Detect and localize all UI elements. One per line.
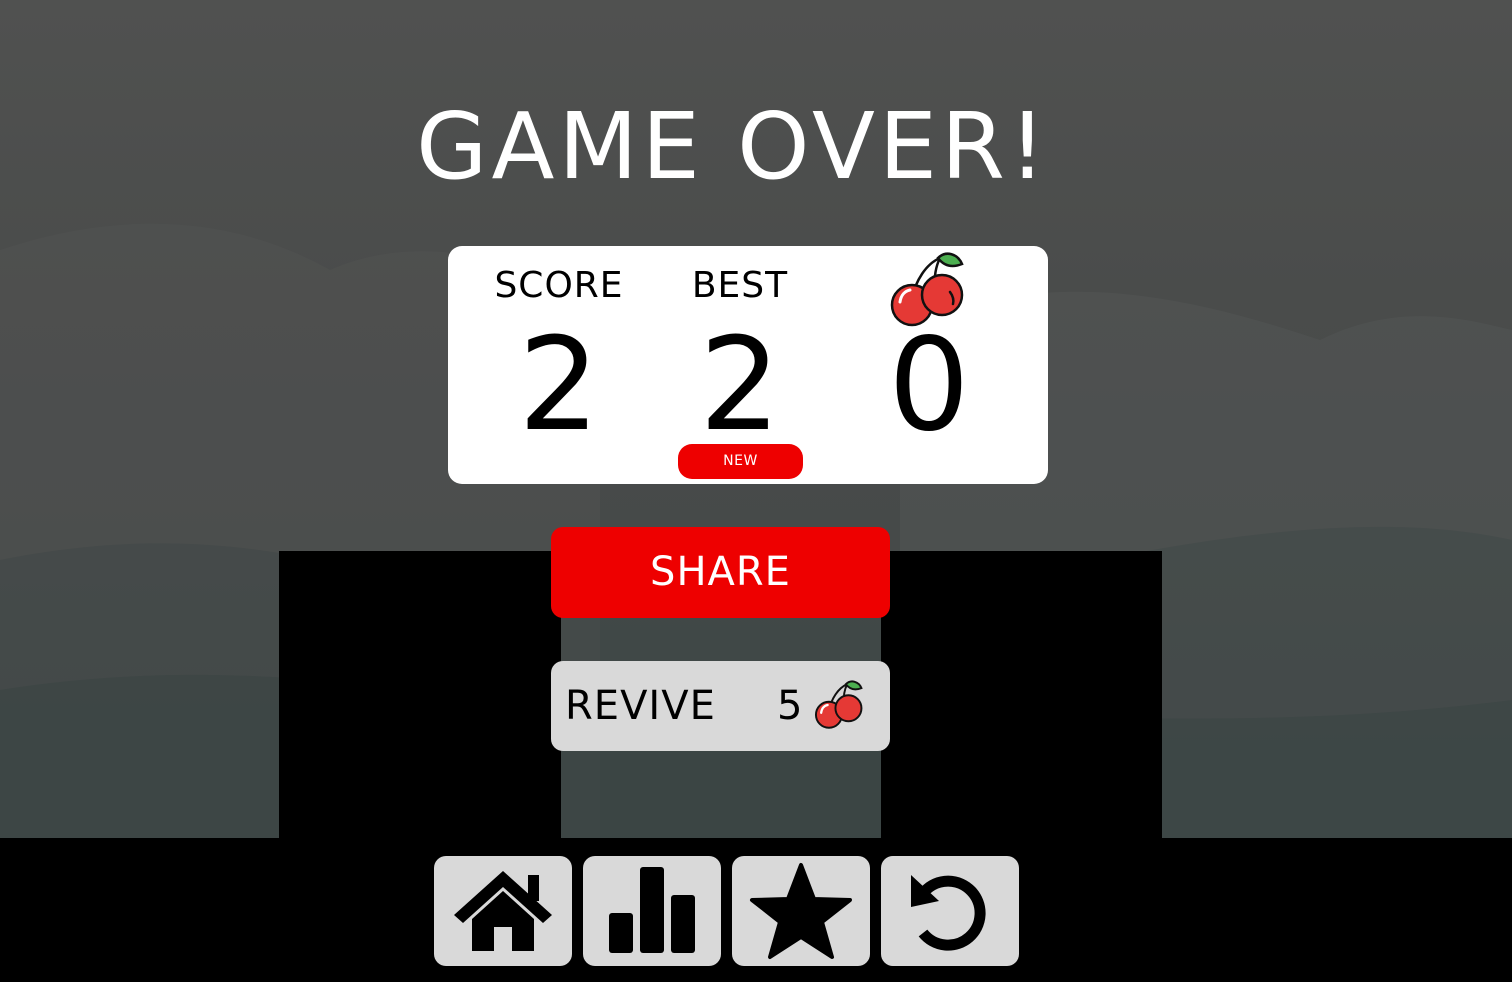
score-value: 2 bbox=[518, 311, 600, 460]
pillar-right bbox=[881, 551, 1162, 851]
star-icon bbox=[750, 863, 852, 959]
best-label: BEST bbox=[691, 265, 789, 306]
leaderboard-button[interactable] bbox=[583, 856, 721, 966]
revive-button[interactable]: REVIVE 5 bbox=[551, 661, 890, 751]
score-label: SCORE bbox=[494, 265, 624, 306]
revive-label: REVIVE bbox=[565, 683, 716, 729]
share-button[interactable]: SHARE bbox=[551, 527, 890, 618]
restart-icon bbox=[911, 875, 986, 951]
restart-button[interactable] bbox=[881, 856, 1019, 966]
pillar-left bbox=[279, 551, 561, 851]
leaderboard-icon bbox=[609, 867, 695, 953]
game-over-screen: GAME OVER! SCORE 2 BEST 2 NEW 0 SHARE RE… bbox=[0, 0, 1512, 982]
favorite-button[interactable] bbox=[732, 856, 870, 966]
new-best-badge: NEW bbox=[678, 444, 803, 479]
cherry-icon bbox=[814, 680, 863, 729]
home-icon bbox=[454, 871, 552, 951]
best-value: 2 bbox=[699, 311, 781, 460]
game-over-title: GAME OVER! bbox=[416, 93, 1050, 200]
revive-cost: 5 bbox=[777, 683, 803, 729]
home-button[interactable] bbox=[434, 856, 572, 966]
cherries-value: 0 bbox=[888, 311, 970, 460]
